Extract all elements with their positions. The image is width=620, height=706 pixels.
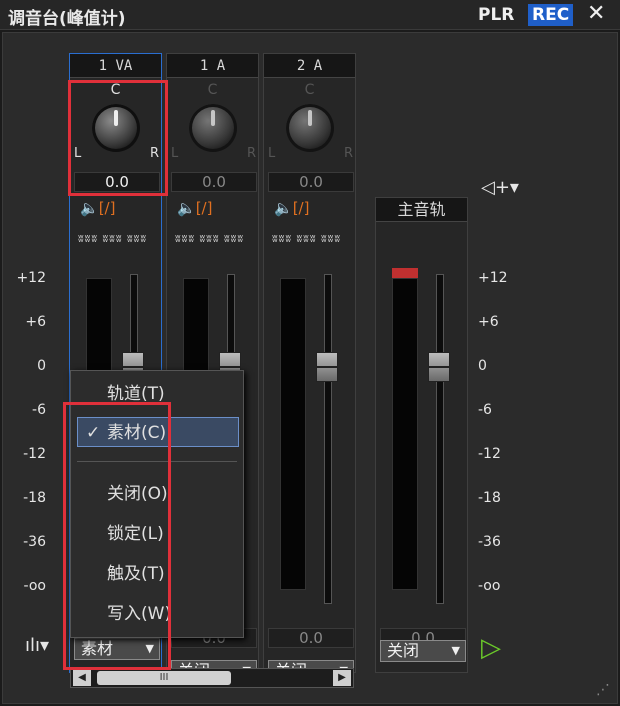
- pan-value[interactable]: 0.0: [171, 172, 257, 192]
- menu-item-write[interactable]: 写入(W): [71, 599, 243, 629]
- play-triangle-icon[interactable]: ▷: [481, 633, 501, 663]
- pan-knob[interactable]: [286, 104, 334, 152]
- master-strip: 主音轨 0.0 关闭 ▼: [375, 197, 468, 673]
- scale-label: 0: [37, 358, 46, 374]
- chevron-down-icon: ▼: [145, 642, 154, 655]
- pan-left-label: L: [171, 146, 179, 161]
- mixer-settings-icon[interactable]: ʬʬʬ ʬʬʬ ʬʬʬ: [78, 232, 147, 245]
- scale-label: -36: [23, 534, 46, 550]
- automation-mode-select[interactable]: 素材 ▼: [74, 638, 160, 660]
- pan-right-label: R: [344, 146, 354, 161]
- scale-label: -18: [23, 490, 46, 506]
- resize-grip-icon[interactable]: ⋰: [596, 682, 610, 698]
- pan-center-label: C: [304, 82, 315, 98]
- level-meter: [392, 278, 418, 590]
- volume-fader-track[interactable]: [436, 274, 444, 604]
- pan-left-label: L: [268, 146, 276, 161]
- scale-label: 0: [478, 358, 487, 374]
- menu-separator: [77, 461, 237, 462]
- speaker-mute-icon[interactable]: 🔈[/]: [274, 199, 309, 217]
- pan-knob[interactable]: [92, 104, 140, 152]
- pan-right-label: R: [150, 146, 160, 161]
- menu-item-off[interactable]: 关闭(O): [71, 479, 243, 509]
- volume-fader-thumb[interactable]: [428, 352, 450, 382]
- volume-value[interactable]: 0.0: [268, 628, 354, 648]
- scale-label: -oo: [23, 578, 46, 594]
- menu-item-clip[interactable]: ✓ 素材(C): [77, 417, 239, 447]
- pan-center-label: C: [110, 82, 121, 98]
- speaker-mute-icon[interactable]: 🔈[/]: [177, 199, 212, 217]
- scale-label: -oo: [478, 578, 501, 594]
- level-meter: [280, 278, 306, 590]
- mixer-settings-icon[interactable]: ʬʬʬ ʬʬʬ ʬʬʬ: [272, 232, 341, 245]
- scale-label: +6: [478, 314, 499, 330]
- mixer-settings-icon[interactable]: ʬʬʬ ʬʬʬ ʬʬʬ: [175, 232, 244, 245]
- pan-left-label: L: [74, 146, 82, 161]
- pan-knob[interactable]: [189, 104, 237, 152]
- clip-indicator: [392, 268, 418, 278]
- track-name: 1 A: [167, 54, 258, 78]
- check-icon: ✓: [86, 423, 101, 443]
- scale-label: -12: [23, 446, 46, 462]
- scroll-thumb[interactable]: III: [97, 671, 231, 685]
- automation-mode-label: 素材: [81, 639, 114, 658]
- scale-label: -36: [478, 534, 501, 550]
- menu-item-track[interactable]: 轨道(T): [71, 379, 243, 409]
- window-title: 调音台(峰值计): [8, 9, 126, 29]
- menu-item-lock[interactable]: 锁定(L): [71, 519, 243, 549]
- speaker-mute-icon[interactable]: 🔈[/]: [80, 199, 115, 217]
- scale-label: +6: [25, 314, 46, 330]
- pan-center-label: C: [207, 82, 218, 98]
- rec-button[interactable]: REC: [528, 4, 574, 26]
- automation-mode-label: 关闭: [387, 641, 420, 660]
- pan-right-label: R: [247, 146, 257, 161]
- pan-value[interactable]: 0.0: [74, 172, 160, 192]
- track-name: 2 A: [264, 54, 355, 78]
- plr-label[interactable]: PLR: [478, 5, 514, 25]
- automation-mode-menu: 轨道(T) ✓ 素材(C) 关闭(O) 锁定(L) 触及(T) 写入(W): [70, 370, 244, 638]
- scroll-left-icon[interactable]: ◀: [73, 670, 91, 686]
- pan-value[interactable]: 0.0: [268, 172, 354, 192]
- scale-label: -6: [32, 402, 46, 418]
- horizontal-scrollbar[interactable]: ◀ III ▶: [70, 668, 354, 688]
- scale-label: -6: [478, 402, 492, 418]
- track-name: 1 VA: [70, 54, 161, 78]
- volume-fader-thumb[interactable]: [316, 352, 338, 382]
- scale-label: -18: [478, 490, 501, 506]
- volume-fader-track[interactable]: [324, 274, 332, 604]
- speaker-settings-icon[interactable]: ◁+▾: [481, 177, 519, 198]
- menu-item-label: 素材(C): [107, 423, 167, 443]
- scale-label: +12: [478, 270, 508, 286]
- master-name: 主音轨: [376, 198, 467, 222]
- chevron-down-icon: ▼: [451, 644, 460, 657]
- menu-item-touch[interactable]: 触及(T): [71, 559, 243, 589]
- track-strip-2a: 2 A C L R 0.0 🔈[/] ʬʬʬ ʬʬʬ ʬʬʬ 0.0 关闭▼: [263, 53, 356, 682]
- level-graph-icon[interactable]: ılı▾: [25, 635, 49, 656]
- scale-label: -12: [478, 446, 501, 462]
- close-icon[interactable]: ✕: [587, 1, 605, 26]
- scale-label: +12: [16, 270, 46, 286]
- scroll-right-icon[interactable]: ▶: [333, 670, 351, 686]
- automation-mode-select[interactable]: 关闭 ▼: [380, 640, 466, 662]
